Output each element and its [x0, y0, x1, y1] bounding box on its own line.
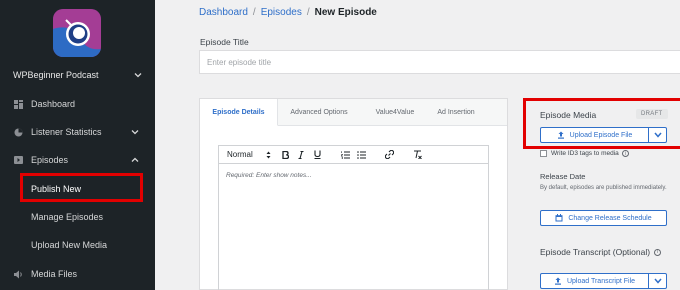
- chevron-up-icon: [131, 157, 139, 162]
- podcast-name: WPBeginner Podcast: [13, 70, 99, 80]
- podcast-switcher[interactable]: WPBeginner Podcast: [13, 68, 143, 82]
- chevron-down-icon: [653, 278, 662, 284]
- format-select-value: Normal: [227, 150, 253, 159]
- release-date-heading: Release Date: [540, 172, 586, 181]
- breadcrumb-current: New Episode: [314, 7, 377, 18]
- clear-format-icon[interactable]: [409, 146, 425, 163]
- sidebar-subitem-manage-episodes[interactable]: Manage Episodes: [31, 212, 103, 222]
- highlight-box: [20, 173, 143, 202]
- calendar-icon: [555, 214, 563, 222]
- sidebar-item-label: Episodes: [31, 155, 69, 165]
- release-date-description: By default, episodes are published immed…: [540, 185, 667, 191]
- sidebar-item-label: Dashboard: [31, 99, 76, 109]
- stats-icon: [13, 127, 23, 137]
- sidebar-item-label: Media Files: [31, 269, 78, 279]
- highlight-box: [523, 98, 680, 149]
- sort-arrows-icon: [266, 151, 271, 158]
- info-icon[interactable]: i: [654, 248, 662, 256]
- media-icon: [13, 269, 23, 279]
- info-icon[interactable]: i: [621, 150, 629, 157]
- tab-value4value[interactable]: Value4Value: [360, 99, 430, 126]
- change-release-schedule-label: Change Release Schedule: [568, 214, 652, 222]
- transcript-options-dropdown[interactable]: [649, 273, 667, 289]
- sidebar-subitem-upload-new-media[interactable]: Upload New Media: [31, 240, 107, 250]
- upload-transcript-button[interactable]: Upload Transcript File: [540, 273, 649, 289]
- show-notes-editor[interactable]: Required: Enter show notes...: [218, 163, 489, 290]
- id3-tags-label: Write ID3 tags to media: [551, 150, 619, 157]
- tab-episode-details[interactable]: Episode Details: [200, 99, 278, 126]
- episode-transcript-label: Episode Transcript (Optional): [540, 247, 651, 257]
- change-release-schedule-button[interactable]: Change Release Schedule: [540, 210, 667, 226]
- id3-tags-checkbox[interactable]: [540, 150, 547, 157]
- chevron-down-icon: [134, 73, 142, 78]
- podcast-logo[interactable]: [53, 9, 101, 57]
- sidebar-item-label: Listener Statistics: [31, 127, 102, 137]
- episodes-icon: [13, 155, 23, 165]
- breadcrumb-episodes-link[interactable]: Episodes: [261, 7, 302, 18]
- underline-icon[interactable]: [309, 146, 325, 163]
- sidebar-item-episodes[interactable]: Episodes: [0, 150, 155, 170]
- episode-details-panel: Episode Details Advanced Options Value4V…: [199, 98, 508, 290]
- bullet-list-icon[interactable]: [353, 146, 369, 163]
- sidebar-item-dashboard[interactable]: Dashboard: [0, 94, 155, 114]
- format-select[interactable]: Normal: [219, 146, 277, 163]
- sidebar: WPBeginner Podcast Dashboard Listener St…: [0, 0, 155, 290]
- tab-advanced-options[interactable]: Advanced Options: [278, 99, 360, 126]
- dashboard-icon: [13, 99, 23, 109]
- upload-transcript-label: Upload Transcript File: [566, 277, 636, 285]
- breadcrumb-separator: /: [252, 7, 256, 18]
- editor-toolbar: Normal: [218, 145, 489, 164]
- upload-icon: [554, 277, 561, 285]
- ordered-list-icon[interactable]: [337, 146, 353, 163]
- sidebar-item-media-files[interactable]: Media Files: [0, 264, 155, 284]
- episode-title-input[interactable]: [199, 50, 680, 74]
- tab-bar: Episode Details Advanced Options Value4V…: [200, 99, 507, 126]
- breadcrumb: Dashboard / Episodes / New Episode: [199, 7, 377, 18]
- chevron-down-icon: [131, 130, 139, 135]
- sidebar-item-listener-statistics[interactable]: Listener Statistics: [0, 122, 155, 142]
- breadcrumb-separator: /: [306, 7, 310, 18]
- italic-icon[interactable]: [293, 146, 309, 163]
- bold-icon[interactable]: [277, 146, 293, 163]
- upload-transcript-group: Upload Transcript File: [540, 273, 667, 289]
- show-notes-placeholder: Required: Enter show notes...: [226, 172, 312, 179]
- link-icon[interactable]: [381, 146, 397, 163]
- episode-title-label: Episode Title: [200, 37, 249, 47]
- episode-transcript-heading: Episode Transcript (Optional) i: [540, 247, 662, 257]
- tab-ad-insertion[interactable]: Ad Insertion: [430, 99, 482, 126]
- id3-tags-option: Write ID3 tags to media i: [540, 150, 629, 157]
- breadcrumb-dashboard-link[interactable]: Dashboard: [199, 7, 248, 18]
